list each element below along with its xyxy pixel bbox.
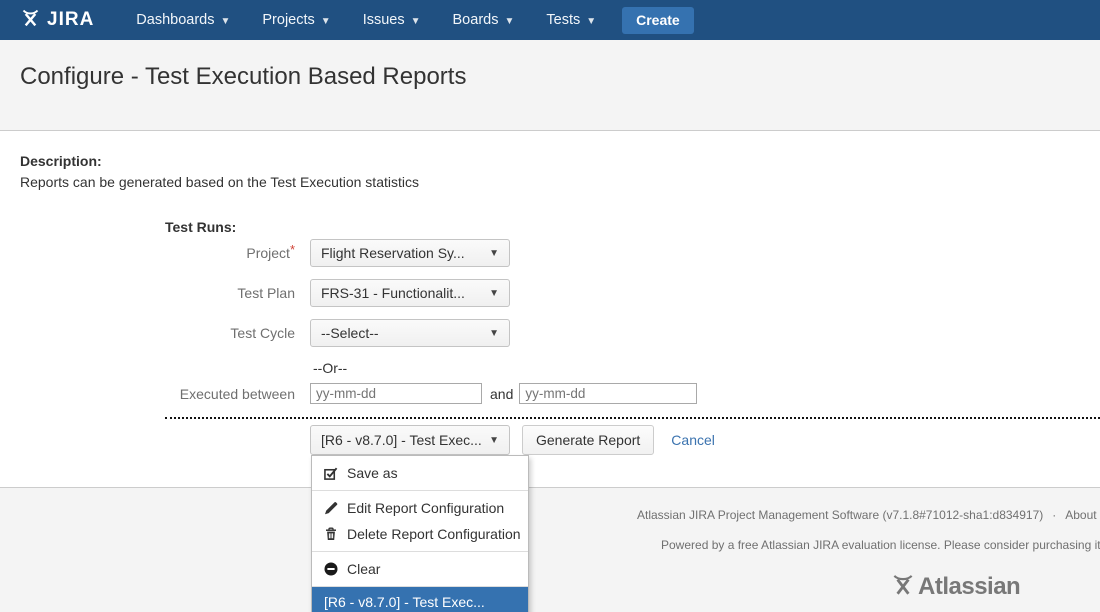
- test-plan-label: Test Plan: [0, 285, 310, 301]
- nav-menu: Dashboards ▼ Projects ▼ Issues ▼ Boards …: [120, 0, 612, 40]
- project-label: Project*: [0, 245, 310, 261]
- executed-between-label: Executed between: [0, 386, 310, 402]
- or-separator-text: --Or--: [313, 360, 347, 376]
- jira-logo[interactable]: JIRA: [20, 7, 94, 33]
- page-header: Configure - Test Execution Based Reports: [0, 40, 1100, 131]
- menu-group: [R6 - v8.7.0] - Test Exec...: [312, 586, 528, 612]
- chevron-down-icon: ▼: [489, 435, 499, 446]
- checkbox-check-icon: [324, 466, 338, 480]
- atlassian-logo-icon: [890, 571, 916, 602]
- executed-to-input[interactable]: [519, 383, 697, 404]
- footer-version-text: Atlassian JIRA Project Management Softwa…: [637, 508, 1097, 522]
- executed-between-row: Executed between and: [0, 383, 697, 404]
- description-text: Reports can be generated based on the Te…: [20, 174, 419, 190]
- about-link[interactable]: About: [1065, 508, 1096, 522]
- jira-configure-report-page: JIRA Dashboards ▼ Projects ▼ Issues ▼ Bo…: [0, 0, 1100, 612]
- cancel-link[interactable]: Cancel: [671, 432, 715, 448]
- pencil-icon: [324, 501, 338, 515]
- nav-item-tests[interactable]: Tests ▼: [530, 0, 612, 40]
- minus-circle-icon: [324, 562, 338, 576]
- atlassian-logo[interactable]: Atlassian: [890, 571, 1020, 602]
- chevron-down-icon: ▼: [586, 16, 596, 27]
- generate-report-button[interactable]: Generate Report: [522, 425, 654, 455]
- project-row: Project* Flight Reservation Sy... ▼: [0, 239, 510, 267]
- nav-item-projects[interactable]: Projects ▼: [246, 0, 346, 40]
- menu-group: Save as: [312, 456, 528, 490]
- nav-item-boards[interactable]: Boards ▼: [437, 0, 531, 40]
- test-cycle-select[interactable]: --Select-- ▼: [310, 319, 510, 347]
- chevron-down-icon: ▼: [489, 328, 499, 339]
- and-text: and: [490, 386, 513, 402]
- menu-item-save-as[interactable]: Save as: [312, 460, 528, 486]
- top-navbar: JIRA Dashboards ▼ Projects ▼ Issues ▼ Bo…: [0, 0, 1100, 40]
- dot-separator: ·: [1052, 508, 1056, 522]
- report-config-dropdown[interactable]: [R6 - v8.7.0] - Test Exec... ▼: [310, 425, 510, 455]
- chevron-down-icon: ▼: [411, 16, 421, 27]
- jira-logo-icon: [20, 7, 41, 33]
- chevron-down-icon: ▼: [504, 16, 514, 27]
- page-footer: Atlassian JIRA Project Management Softwa…: [0, 487, 1100, 612]
- chevron-down-icon: ▼: [321, 16, 331, 27]
- atlassian-logo-text: Atlassian: [918, 573, 1020, 601]
- project-select[interactable]: Flight Reservation Sy... ▼: [310, 239, 510, 267]
- trash-icon: [324, 527, 338, 541]
- required-asterisk: *: [290, 242, 295, 257]
- menu-item-edit-report-configuration[interactable]: Edit Report Configuration: [312, 495, 528, 521]
- dotted-divider: [165, 417, 1100, 419]
- chevron-down-icon: ▼: [489, 288, 499, 299]
- menu-item-clear[interactable]: Clear: [312, 556, 528, 582]
- description-label: Description:: [20, 153, 102, 169]
- nav-item-dashboards[interactable]: Dashboards ▼: [120, 0, 246, 40]
- test-cycle-label: Test Cycle: [0, 325, 310, 341]
- report-config-menu: Save as Edit Report Configuration Delete…: [311, 455, 529, 612]
- test-plan-select[interactable]: FRS-31 - Functionalit... ▼: [310, 279, 510, 307]
- menu-group: Edit Report Configuration Delete Report …: [312, 490, 528, 551]
- footer-license-text: Powered by a free Atlassian JIRA evaluat…: [661, 538, 1100, 552]
- chevron-down-icon: ▼: [489, 248, 499, 259]
- page-title: Configure - Test Execution Based Reports: [20, 63, 466, 91]
- action-row: [R6 - v8.7.0] - Test Exec... ▼ Generate …: [310, 425, 715, 455]
- menu-item-delete-report-configuration[interactable]: Delete Report Configuration: [312, 521, 528, 547]
- create-button[interactable]: Create: [622, 7, 694, 34]
- test-runs-section-label: Test Runs:: [165, 219, 236, 235]
- jira-logo-text: JIRA: [47, 9, 94, 31]
- executed-from-input[interactable]: [310, 383, 482, 404]
- test-plan-row: Test Plan FRS-31 - Functionalit... ▼: [0, 279, 510, 307]
- test-cycle-row: Test Cycle --Select-- ▼: [0, 319, 510, 347]
- chevron-down-icon: ▼: [220, 16, 230, 27]
- nav-item-issues[interactable]: Issues ▼: [347, 0, 437, 40]
- menu-group: Clear: [312, 551, 528, 586]
- menu-item-saved-report-r6[interactable]: [R6 - v8.7.0] - Test Exec...: [312, 587, 528, 612]
